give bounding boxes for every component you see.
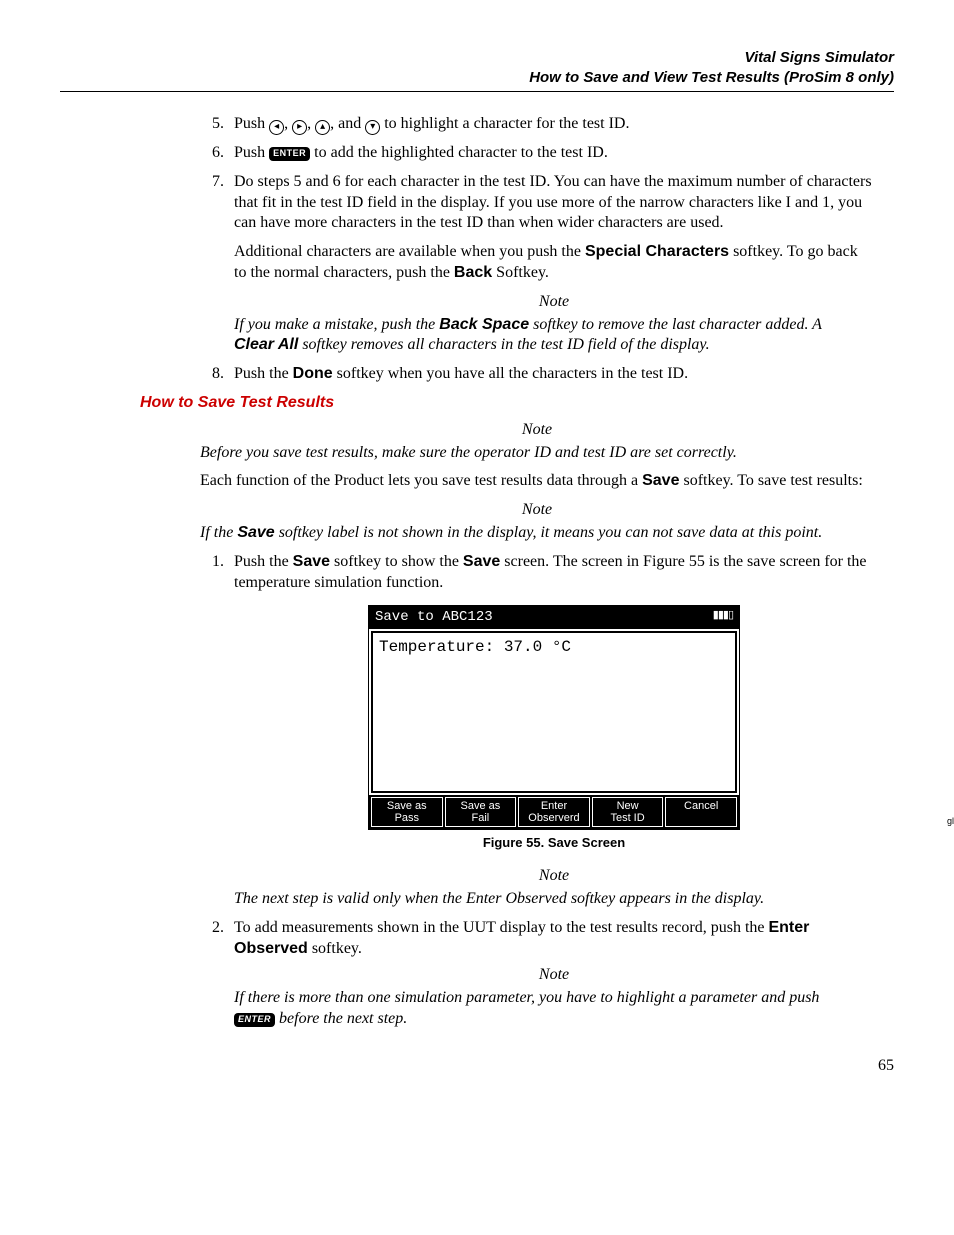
note-3-body: If the Save softkey label is not shown i… (200, 523, 874, 544)
note-2-body: Before you save test results, make sure … (200, 443, 874, 464)
step-8: Push the Done softkey when you have all … (228, 364, 874, 385)
step-5: Push ◂, ▸, ▴, and ▾ to highlight a chara… (228, 114, 874, 135)
softkey-save-fail: Save asFail (445, 797, 517, 827)
right-arrow-icon: ▸ (292, 120, 307, 135)
note-1-label: Note (234, 292, 874, 313)
step-7-p2: Additional characters are available when… (234, 242, 874, 284)
screen-titlebar: Save to ABC123 ▮▮▮▯ (369, 606, 739, 628)
softkey-enter-observed: EnterObserverd (518, 797, 590, 827)
step-7-p1: Do steps 5 and 6 for each character in t… (234, 172, 874, 234)
down-arrow-icon: ▾ (365, 120, 380, 135)
note-2-label: Note (200, 420, 874, 441)
battery-icon: ▮▮▮▯ (713, 609, 733, 623)
screen-body: Temperature: 37.0 °C (371, 631, 737, 793)
save-step-list: Push the Save softkey to show the Save s… (200, 552, 874, 1030)
save-intro: Each function of the Product lets you sa… (200, 471, 874, 492)
softkey-save-pass: Save asPass (371, 797, 443, 827)
doc-subtitle: How to Save and View Test Results (ProSi… (60, 68, 894, 88)
doc-header: Vital Signs Simulator How to Save and Vi… (60, 48, 894, 87)
save-step-1: Push the Save softkey to show the Save s… (228, 552, 874, 910)
softkey-new-test-id: NewTest ID (592, 797, 664, 827)
step-list-a: Push ◂, ▸, ▴, and ▾ to highlight a chara… (200, 114, 874, 385)
figure-55: Save to ABC123 ▮▮▮▯ Temperature: 37.0 °C… (234, 605, 874, 827)
softkey-cancel: Cancel (665, 797, 737, 827)
note-5-label: Note (234, 965, 874, 986)
left-arrow-icon: ◂ (269, 120, 284, 135)
note-4-body: The next step is valid only when the Ent… (234, 889, 874, 910)
note-4-label: Note (234, 866, 874, 887)
enter-key-icon: ENTER (269, 147, 310, 161)
step-6: Push ENTER to add the highlighted charac… (228, 143, 874, 164)
header-rule (60, 91, 894, 92)
page-number: 65 (60, 1056, 894, 1077)
figure-caption: Figure 55. Save Screen (234, 835, 874, 852)
softkey-row: Save asPass Save asFail EnterObserverd N… (369, 795, 739, 829)
up-arrow-icon: ▴ (315, 120, 330, 135)
section-title: How to Save Test Results (140, 393, 874, 414)
step-7: Do steps 5 and 6 for each character in t… (228, 172, 874, 356)
body-content: Push ◂, ▸, ▴, and ▾ to highlight a chara… (200, 114, 874, 1030)
note-3-label: Note (200, 500, 874, 521)
save-step-2: To add measurements shown in the UUT dis… (228, 918, 874, 1030)
doc-title: Vital Signs Simulator (60, 48, 894, 68)
enter-key-icon: ENTER (234, 1013, 275, 1027)
save-screen: Save to ABC123 ▮▮▮▯ Temperature: 37.0 °C… (368, 605, 740, 829)
note-1-body: If you make a mistake, push the Back Spa… (234, 315, 874, 357)
note-5-body: If there is more than one simulation par… (234, 988, 874, 1030)
